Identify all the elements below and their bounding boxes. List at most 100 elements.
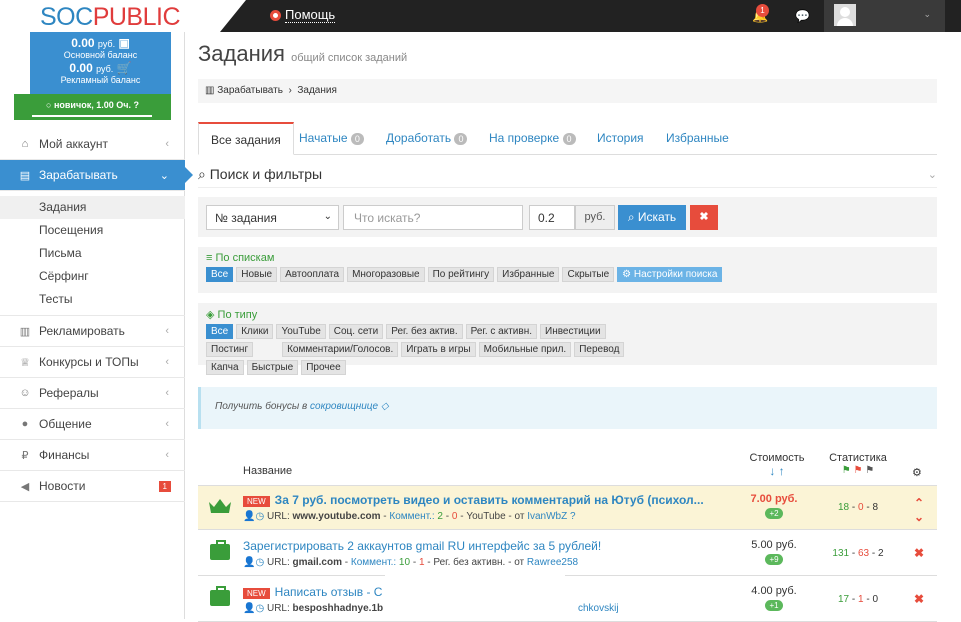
- type-tag[interactable]: Капча: [206, 360, 244, 375]
- chevron-left-icon: ‹: [165, 325, 169, 337]
- notification-count: 1: [756, 4, 769, 17]
- author-link[interactable]: IvanWbZ: [527, 511, 567, 522]
- filter-tag[interactable]: Автооплата: [280, 267, 345, 282]
- table-row[interactable]: NEW За 7 руб. посмотреть видео и оставить…: [198, 486, 937, 530]
- breadcrumb-tasks: Задания: [297, 85, 337, 96]
- tab-all[interactable]: Все задания: [198, 122, 294, 155]
- filter-tag[interactable]: Многоразовые: [347, 267, 425, 282]
- search-filters-header[interactable]: ⌕ Поиск и фильтры ⌄: [198, 166, 937, 188]
- breadcrumb-earn[interactable]: Зарабатывать: [217, 85, 283, 96]
- type-tag[interactable]: Соц. сети: [328, 324, 384, 339]
- type-tag[interactable]: Рег. без актив.: [386, 324, 463, 339]
- search-icon: ⌕: [627, 210, 635, 224]
- search-settings-button[interactable]: ⚙ Настройки поиска: [617, 267, 723, 282]
- sidebar-menu: ⌂ Мой аккаунт ‹ ▤ Зарабатывать ⌄ Задания Пос…: [0, 129, 193, 502]
- task-title[interactable]: Зарегистрировать 2 аккаунтов gmail RU ин…: [243, 539, 728, 553]
- chevron-down-icon: ⌄: [323, 211, 332, 222]
- user-menu[interactable]: ⌄: [824, 0, 945, 32]
- gears-icon[interactable]: ⚙: [912, 466, 922, 479]
- chevron-left-icon: ‹: [165, 356, 169, 368]
- author-link[interactable]: Rawree258: [527, 557, 578, 568]
- chat-icon[interactable]: 💬: [795, 9, 810, 23]
- filter-tag[interactable]: По рейтингу: [427, 267, 495, 282]
- search-button[interactable]: ⌕ Искать: [618, 205, 686, 230]
- submenu-item-visits[interactable]: Посещения: [0, 219, 185, 242]
- briefcase-icon: ▤: [19, 169, 31, 182]
- main-balance: 0.00 руб. ▣: [71, 36, 130, 50]
- tab-favorites[interactable]: Избранные: [654, 122, 741, 155]
- submenu-item-letters[interactable]: Письма: [0, 242, 185, 265]
- tags-icon: ◈: [206, 309, 215, 321]
- top-bar: SOCPUBLIC Помощь 🔔1 💬 ⌄: [0, 0, 961, 32]
- type-tag[interactable]: Рег. с активн.: [465, 324, 538, 339]
- user-icon: 👤: [243, 603, 256, 614]
- list-icon: ≡: [206, 252, 213, 264]
- type-tag[interactable]: Играть в игры: [401, 342, 476, 357]
- tab-history[interactable]: История: [585, 122, 656, 155]
- sidebar-item-finance[interactable]: ₽ Финансы ‹: [0, 440, 185, 471]
- type-tag[interactable]: YouTube: [276, 324, 326, 339]
- sidebar-item-news[interactable]: ◀ Новости 1: [0, 471, 185, 502]
- sort-arrows-icon[interactable]: ↓ ↑: [769, 464, 784, 478]
- type-tag[interactable]: Комментарии/Голосов.: [282, 342, 399, 357]
- sidebar-item-referrals[interactable]: ☺ Рефералы ‹: [0, 378, 185, 409]
- bullhorn-icon: ◀: [20, 480, 30, 493]
- sidebar-item-earn[interactable]: ▤ Зарабатывать ⌄: [0, 160, 193, 191]
- tab-review[interactable]: На проверке 0: [477, 122, 588, 155]
- sidebar-item-advertise[interactable]: ▥ Рекламировать ‹: [0, 316, 185, 347]
- type-tag[interactable]: Быстрые: [246, 360, 299, 375]
- type-tag[interactable]: Клики: [236, 324, 274, 339]
- news-badge: 1: [158, 480, 171, 492]
- type-tag[interactable]: Мобильные прил.: [478, 342, 572, 357]
- crown-icon: [209, 499, 231, 513]
- chevron-down-icon: ⌄: [159, 169, 169, 182]
- wallet-icon: ▣: [118, 36, 130, 50]
- level-badge[interactable]: ○ новичок, 1.00 Оч. ?: [14, 94, 171, 120]
- chevron-left-icon: ‹: [165, 138, 169, 150]
- breadcrumb: ▥ Зарабатывать › Задания: [198, 79, 937, 103]
- logo[interactable]: SOCPUBLIC: [40, 3, 181, 32]
- search-input[interactable]: Что искать?: [343, 205, 523, 230]
- submenu-item-tasks[interactable]: Задания: [0, 196, 185, 219]
- type-tag[interactable]: Инвестиции: [540, 324, 606, 339]
- chevron-down-icon: ⌄: [923, 9, 931, 19]
- question-icon: ?: [570, 511, 576, 522]
- filter-tag[interactable]: Избранные: [497, 267, 560, 282]
- price-input[interactable]: 0.2: [529, 205, 575, 230]
- type-tag[interactable]: Все: [206, 324, 234, 339]
- chevron-left-icon: ‹: [165, 418, 169, 430]
- table-row[interactable]: Зарегистрировать 2 аккаунтов gmail RU ин…: [198, 532, 937, 576]
- chevron-left-icon: ‹: [165, 387, 169, 399]
- filter-lists: ≡ По спискам Все Новые Автооплата Многор…: [198, 247, 937, 293]
- new-badge: NEW: [243, 588, 270, 599]
- trophy-icon: ♕: [20, 356, 30, 369]
- tab-started[interactable]: Начатые 0: [287, 122, 376, 155]
- collapse-expand-icon[interactable]: ⌃ ⌄: [910, 496, 928, 524]
- hide-task-icon[interactable]: ✖: [910, 592, 928, 606]
- submenu-item-tests[interactable]: Тесты: [0, 288, 185, 311]
- bell-icon[interactable]: 🔔1: [752, 4, 769, 24]
- tab-rework[interactable]: Доработать 0: [374, 122, 479, 155]
- task-title[interactable]: NEW За 7 руб. посмотреть видео и оставить…: [243, 493, 728, 507]
- submenu-item-surfing[interactable]: Сёрфинг: [0, 265, 185, 288]
- author-link[interactable]: chkovskij: [578, 603, 619, 614]
- task-cost: 5.00 руб. +9: [751, 539, 797, 565]
- task-meta: 👤◷ URL: besposhhadnye.1b chkovskij: [243, 603, 619, 614]
- type-tag[interactable]: Прочее: [301, 360, 346, 375]
- treasury-link[interactable]: сокровищнице: [310, 401, 378, 412]
- type-tag[interactable]: Постинг: [206, 342, 254, 357]
- sidebar-item-contests[interactable]: ♕ Конкурсы и ТОПы ‹: [0, 347, 185, 378]
- filter-tag[interactable]: Все: [206, 267, 234, 282]
- clear-button[interactable]: ✖: [690, 205, 718, 230]
- help-link[interactable]: Помощь: [270, 7, 336, 23]
- level-progress: [32, 115, 152, 117]
- type-tag[interactable]: Перевод: [574, 342, 625, 357]
- sidebar-item-communication[interactable]: ● Общение ‹: [0, 409, 185, 440]
- filter-tag[interactable]: Новые: [236, 267, 278, 282]
- filter-tag[interactable]: Скрытые: [562, 267, 615, 282]
- bonus-info: Получить бонусы в сокровищнице ◇: [198, 387, 937, 429]
- search-field-select[interactable]: № задания ⌄: [206, 205, 339, 230]
- table-row[interactable]: NEW Написать отзыв - С 👤◷ URL: besposhhad…: [198, 578, 937, 622]
- sidebar-item-account[interactable]: ⌂ Мой аккаунт ‹: [0, 129, 185, 160]
- hide-task-icon[interactable]: ✖: [910, 546, 928, 560]
